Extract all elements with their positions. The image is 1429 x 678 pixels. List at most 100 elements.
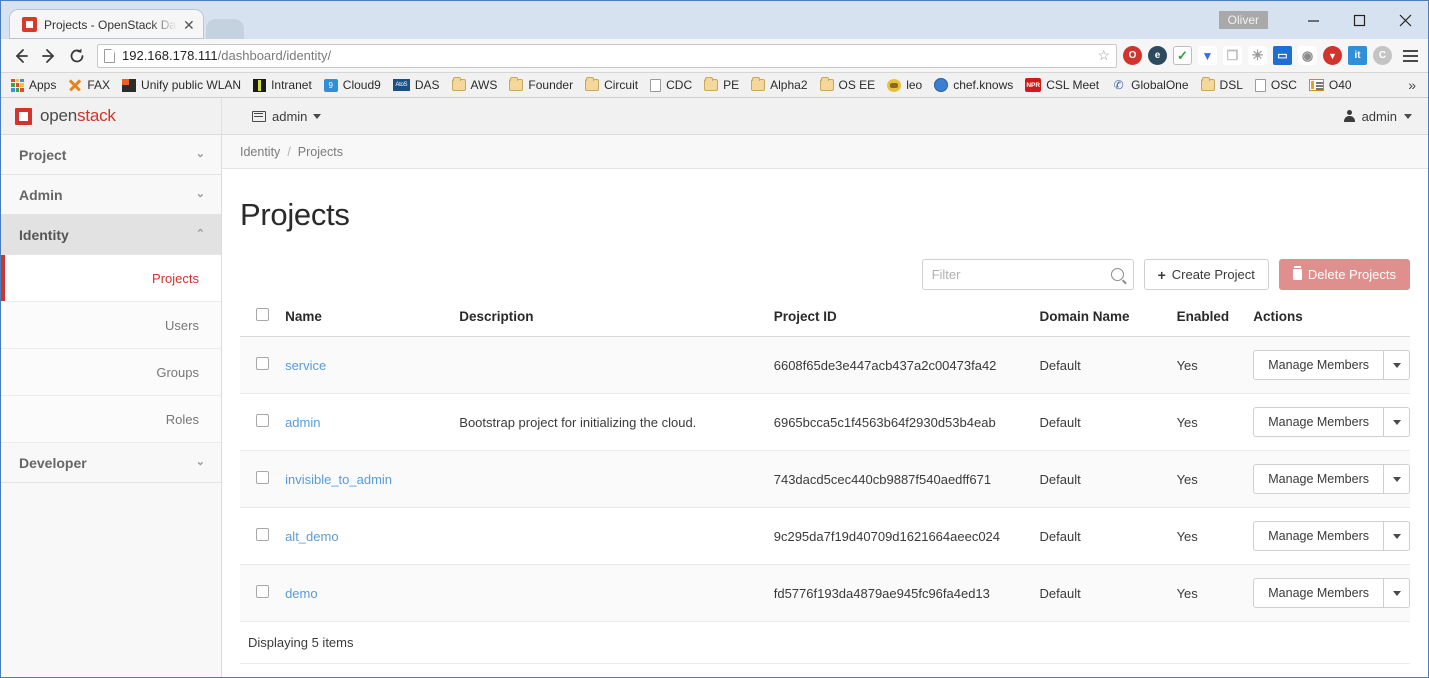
manage-members-button[interactable]: Manage Members <box>1253 578 1383 608</box>
bookmark-cloud9[interactable]: 9 Cloud9 <box>318 76 387 94</box>
sidebar-group-project[interactable]: Project ⌄ <box>1 135 221 175</box>
create-project-label: Create Project <box>1171 267 1255 282</box>
project-link[interactable]: demo <box>285 586 318 601</box>
globe-icon[interactable]: ☀ <box>1248 46 1267 65</box>
manage-members-button[interactable]: Manage Members <box>1253 350 1383 380</box>
window-icon[interactable]: ▭ <box>1273 46 1292 65</box>
row-actions-dropdown-button[interactable] <box>1383 578 1410 608</box>
select-all-checkbox[interactable] <box>256 308 269 321</box>
row-actions-dropdown-button[interactable] <box>1383 464 1410 494</box>
breadcrumb-identity[interactable]: Identity <box>240 145 280 159</box>
sidebar-group-admin[interactable]: Admin ⌄ <box>1 175 221 215</box>
copy-c-icon[interactable]: C <box>1373 46 1392 65</box>
browser-tab[interactable]: Projects - OpenStack Dash ✕ <box>9 9 204 39</box>
bookmark-cdc[interactable]: CDC <box>644 76 698 94</box>
search-input[interactable] <box>931 267 1111 282</box>
row-actions-dropdown-button[interactable] <box>1383 350 1410 380</box>
maximize-window-button[interactable] <box>1336 5 1382 35</box>
cell-project-id: 6608f65de3e447acb437a2c00473fa42 <box>773 336 1040 394</box>
row-actions-dropdown-button[interactable] <box>1383 521 1410 551</box>
manage-members-button[interactable]: Manage Members <box>1253 407 1383 437</box>
manage-members-button[interactable]: Manage Members <box>1253 464 1383 494</box>
bookmark-fax[interactable]: FAX <box>62 76 116 94</box>
bookmark-aws[interactable]: AWS <box>446 76 504 94</box>
page-info-icon[interactable] <box>104 48 115 63</box>
close-tab-icon[interactable]: ✕ <box>183 18 195 32</box>
bookmark-circuit[interactable]: Circuit <box>579 76 644 94</box>
sidebar-group-label: Admin <box>19 186 63 203</box>
create-project-button[interactable]: + Create Project <box>1143 259 1269 290</box>
filter-box[interactable] <box>921 259 1134 290</box>
table-row[interactable]: service 6608f65de3e447acb437a2c00473fa42… <box>240 336 1410 394</box>
manage-members-button[interactable]: Manage Members <box>1253 521 1383 551</box>
table-row[interactable]: demo fd5776f193da4879ae945fc96fa4ed13 De… <box>240 564 1410 622</box>
bookmark-globalone[interactable]: ✆ GlobalOne <box>1105 76 1194 94</box>
address-bar[interactable]: 192.168.178.111/dashboard/identity/ ☆ <box>97 43 1117 68</box>
bookmark-founder[interactable]: Founder <box>503 76 579 94</box>
bookmark-dsl[interactable]: DSL <box>1195 76 1249 94</box>
edge-icon[interactable]: e <box>1148 46 1167 65</box>
bookmark-pe[interactable]: PE <box>698 76 745 94</box>
bookmark-leo[interactable]: leo <box>881 76 928 94</box>
browser-profile-badge[interactable]: Oliver <box>1218 11 1268 29</box>
browser-menu-icon[interactable] <box>1398 44 1422 68</box>
bookmark-csl-meet[interactable]: NPR CSL Meet <box>1019 76 1105 94</box>
close-window-button[interactable] <box>1382 5 1428 35</box>
bookmark-os-ee[interactable]: OS EE <box>814 76 882 94</box>
table-row[interactable]: invisible_to_admin 743dacd5cec440cb9887f… <box>240 450 1410 508</box>
bookmark-das[interactable]: AtoS DAS <box>387 76 446 94</box>
extension-icons: O e ✓ ▼ ❐ ☀ ▭ ◉ ▼ it C <box>1123 46 1394 65</box>
row-checkbox[interactable] <box>256 528 269 541</box>
project-link[interactable]: invisible_to_admin <box>285 472 392 487</box>
new-tab-button[interactable] <box>205 19 244 39</box>
table-row[interactable]: alt_demo 9c295da7f19d40709d1621664aeec02… <box>240 507 1410 565</box>
bookmark-unify-public-wlan[interactable]: Unify public WLAN <box>116 76 247 94</box>
bookmark-alpha2[interactable]: Alpha2 <box>745 76 813 94</box>
project-context-switcher[interactable]: admin <box>252 109 322 124</box>
sidebar-group-identity[interactable]: Identity ⌃ <box>1 215 221 255</box>
sidebar-item-users[interactable]: Users <box>1 302 221 349</box>
bookmark-chef-knows[interactable]: chef.knows <box>928 76 1019 94</box>
bookmark-star-icon[interactable]: ☆ <box>1089 47 1110 64</box>
row-actions-dropdown-button[interactable] <box>1383 407 1410 437</box>
copy-pages-icon[interactable]: ❐ <box>1223 46 1242 65</box>
user-menu[interactable]: admin <box>1343 109 1412 124</box>
opera-icon[interactable]: O <box>1123 46 1142 65</box>
bookmark-o40[interactable]: O40 <box>1303 76 1358 94</box>
it-icon[interactable]: it <box>1348 46 1367 65</box>
row-checkbox[interactable] <box>256 585 269 598</box>
sidebar-item-projects[interactable]: Projects <box>1 255 221 302</box>
minimize-window-button[interactable] <box>1290 5 1336 35</box>
search-icon[interactable] <box>1110 268 1124 281</box>
browser-window: Projects - OpenStack Dash ✕ Oliver 192.1… <box>0 0 1429 678</box>
sidebar-group-developer[interactable]: Developer ⌄ <box>1 443 221 483</box>
bookmark-intranet[interactable]: Intranet <box>247 76 318 94</box>
film-reel-icon[interactable]: ◉ <box>1298 46 1317 65</box>
project-link[interactable]: service <box>285 358 326 373</box>
bookmark-osc[interactable]: OSC <box>1249 76 1303 94</box>
bookmarks-overflow-icon[interactable]: » <box>1400 77 1424 93</box>
sidebar-item-roles[interactable]: Roles <box>1 396 221 443</box>
table-row[interactable]: admin Bootstrap project for initializing… <box>240 393 1410 451</box>
delete-projects-button[interactable]: Delete Projects <box>1278 259 1410 290</box>
checkmark-icon[interactable]: ✓ <box>1173 46 1192 65</box>
download-icon[interactable]: ▼ <box>1323 46 1342 65</box>
chevron-down-icon <box>1392 419 1401 425</box>
cell-name: admin <box>285 393 460 451</box>
forward-icon[interactable] <box>35 42 63 70</box>
openstack-brand[interactable]: openstack <box>1 98 222 134</box>
sidebar-item-groups[interactable]: Groups <box>1 349 221 396</box>
cell-description: Bootstrap project for initializing the c… <box>459 393 774 451</box>
row-checkbox[interactable] <box>256 414 269 427</box>
project-link[interactable]: admin <box>285 415 320 430</box>
globalone-icon: ✆ <box>1113 78 1124 92</box>
project-link[interactable]: alt_demo <box>285 529 338 544</box>
row-checkbox[interactable] <box>256 357 269 370</box>
diamond-icon[interactable]: ▼ <box>1198 46 1217 65</box>
reload-icon[interactable] <box>63 42 91 70</box>
chevron-down-icon <box>1392 590 1401 596</box>
row-checkbox[interactable] <box>256 471 269 484</box>
bookmark-apps[interactable]: Apps <box>5 76 62 94</box>
back-icon[interactable] <box>7 42 35 70</box>
projects-table: Name Description Project ID Domain Name … <box>240 300 1410 622</box>
